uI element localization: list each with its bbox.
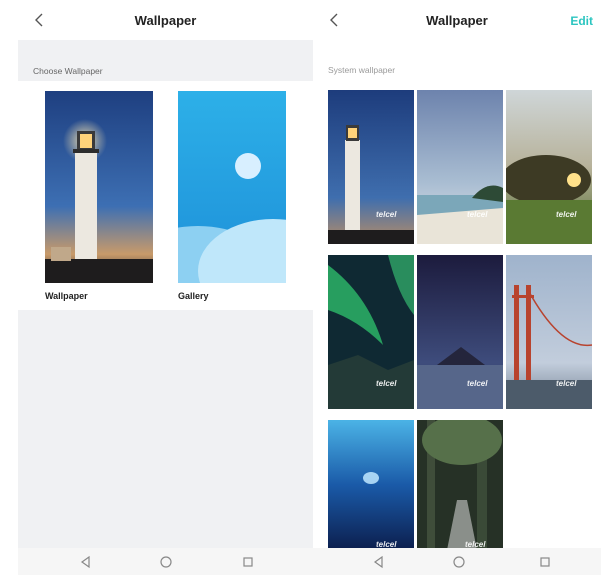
brand-watermark: telcel <box>376 379 397 388</box>
option-label: Wallpaper <box>45 291 88 301</box>
page-title: Wallpaper <box>426 13 488 28</box>
wallpaper-settings-panel: Wallpaper Choose Wallpaper Wallpaper Gal… <box>18 0 313 575</box>
section-label: Choose Wallpaper <box>33 66 103 76</box>
wallpaper-tile-aurora[interactable]: telcel <box>328 255 414 409</box>
page-title: Wallpaper <box>134 13 197 28</box>
wallpaper-tile-golden-gate[interactable]: telcel <box>506 255 592 409</box>
brand-watermark: telcel <box>467 379 488 388</box>
lighthouse-thumbnail <box>45 91 153 283</box>
wallpaper-tile-jellyfish[interactable]: telcel <box>328 420 414 550</box>
wallpaper-tile-forest-path[interactable]: telcel <box>417 420 503 550</box>
brand-watermark: telcel <box>467 210 488 219</box>
home-nav-icon[interactable] <box>451 554 467 570</box>
navigation-bar <box>313 548 601 575</box>
top-bar: Wallpaper Edit <box>313 0 601 40</box>
wallpaper-tile-lighthouse[interactable]: telcel <box>328 90 414 244</box>
system-wallpaper-panel: Wallpaper Edit System wallpaper telcel t… <box>313 0 601 575</box>
brand-watermark: telcel <box>556 379 577 388</box>
navigation-bar <box>18 548 313 575</box>
wallpaper-option[interactable]: Wallpaper <box>45 91 153 301</box>
top-bar: Wallpaper <box>18 0 313 40</box>
recents-nav-icon[interactable] <box>537 554 553 570</box>
wallpaper-tile-mountain-night[interactable]: telcel <box>417 255 503 409</box>
back-nav-icon[interactable] <box>78 554 94 570</box>
recents-nav-icon[interactable] <box>240 554 256 570</box>
gallery-option[interactable]: Gallery <box>178 91 286 301</box>
brand-watermark: telcel <box>376 210 397 219</box>
back-nav-icon[interactable] <box>371 554 387 570</box>
gallery-thumbnail <box>178 91 286 283</box>
edit-button[interactable]: Edit <box>570 14 593 28</box>
choose-wallpaper-card: Wallpaper Gallery <box>18 81 313 310</box>
option-label: Gallery <box>178 291 209 301</box>
wallpaper-tile-sunset-trees[interactable]: telcel <box>506 90 592 244</box>
brand-watermark: telcel <box>556 210 577 219</box>
wallpaper-tile-beach[interactable]: telcel <box>417 90 503 244</box>
section-label: System wallpaper <box>328 65 396 75</box>
home-nav-icon[interactable] <box>158 554 174 570</box>
